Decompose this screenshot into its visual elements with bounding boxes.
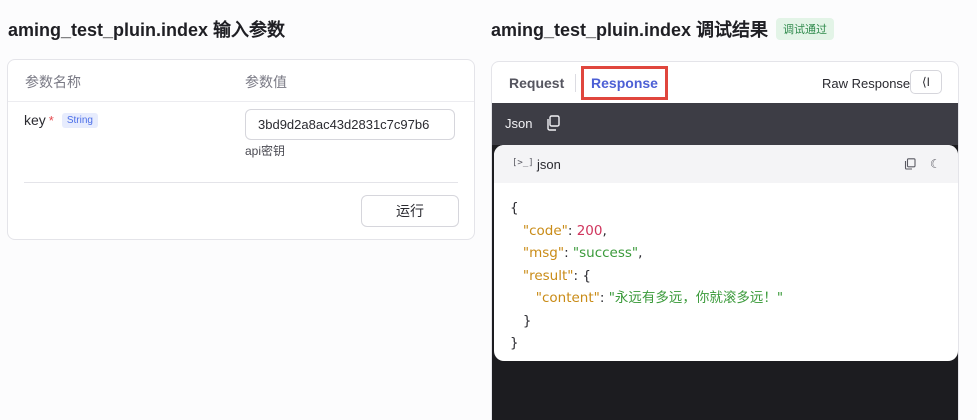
code-language: json — [537, 157, 561, 172]
param-value-input[interactable] — [245, 109, 455, 140]
tab-response[interactable]: Response — [581, 66, 668, 100]
result-panel: Request Response Raw Response ⟨I Json [>… — [491, 61, 959, 420]
header-param-value: 参数值 — [245, 74, 287, 90]
format-bar: Json — [492, 103, 958, 145]
code-card-header: [>_] json ☾ — [494, 145, 958, 183]
param-card: 参数名称 参数值 key * String api密钥 运行 — [7, 59, 475, 240]
tab-separator — [575, 74, 576, 92]
collapse-panel-icon[interactable]: ⟨I — [910, 70, 942, 94]
format-label: Json — [505, 116, 533, 131]
terminal-icon: [>_] — [512, 158, 534, 168]
code-line: "msg": "success", — [522, 245, 643, 261]
run-divider — [24, 182, 458, 183]
copy-code-icon[interactable] — [904, 158, 916, 170]
response-area: Json [>_] json ☾ { "code": 200, "msg": "… — [492, 103, 958, 420]
code-line: "result": { — [522, 267, 591, 284]
code-line: } — [510, 335, 519, 351]
code-line: } — [522, 312, 532, 329]
raw-response-label: Raw Response — [822, 76, 911, 91]
copy-icon[interactable] — [546, 115, 560, 131]
code-line: "content": "永远有多远，你就滚多远！" — [535, 290, 784, 306]
json-code-block: { "code": 200, "msg": "success", "result… — [494, 183, 958, 355]
required-mark: * — [48, 112, 54, 128]
header-param-name: 参数名称 — [25, 74, 81, 90]
status-badge: 调试通过 — [776, 18, 835, 40]
debug-result-title: aming_test_pluin.index 调试结果 调试通过 — [491, 16, 835, 42]
result-tabbar: Request Response Raw Response ⟨I — [492, 62, 958, 103]
param-key-label: key — [24, 112, 46, 128]
code-card: [>_] json ☾ { "code": 200, "msg": "succe… — [494, 145, 958, 361]
input-params-title: aming_test_pluin.index 输入参数 — [8, 20, 286, 40]
code-line: "code": 200, — [522, 222, 607, 239]
code-line: { — [510, 200, 519, 216]
tab-request[interactable]: Request — [509, 75, 564, 91]
param-key-row: key * String — [24, 112, 98, 128]
header-divider — [8, 101, 474, 102]
param-description: api密钥 — [245, 144, 286, 158]
debug-result-title-text: aming_test_pluin.index 调试结果 — [491, 20, 769, 40]
type-tag: String — [61, 112, 98, 128]
run-button[interactable]: 运行 — [361, 195, 459, 227]
moon-icon[interactable]: ☾ — [930, 157, 941, 171]
